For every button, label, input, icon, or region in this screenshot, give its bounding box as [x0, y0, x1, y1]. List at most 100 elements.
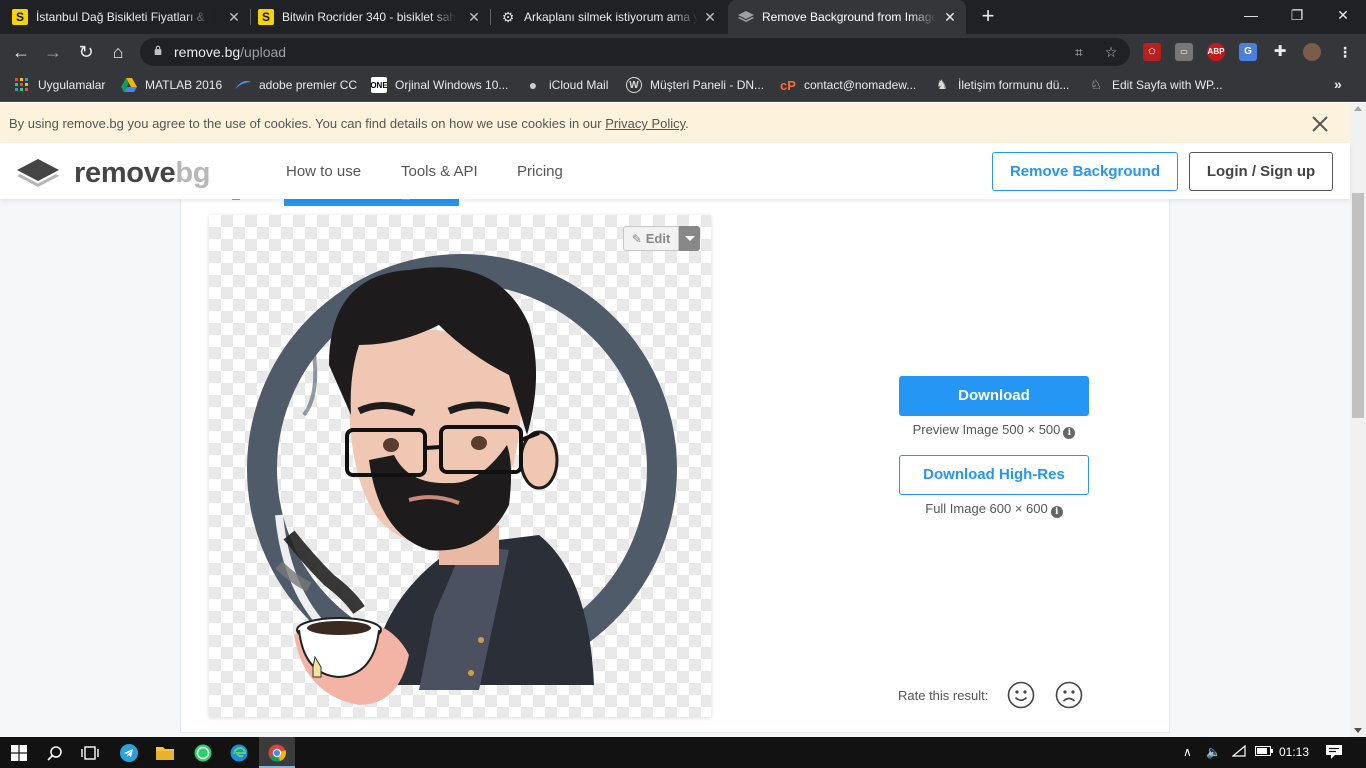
bookmark-matlab[interactable]: MATLAB 2016: [121, 70, 222, 100]
google-translate-extension-icon[interactable]: G: [1239, 43, 1257, 61]
avatar-illustration: [247, 254, 677, 705]
close-tab-icon[interactable]: ✕: [226, 9, 242, 25]
bookmark-musteri[interactable]: W Müşteri Paneli - DN...: [626, 70, 764, 100]
removebg-logo[interactable]: removebg: [16, 157, 211, 189]
minimize-icon[interactable]: —: [1228, 0, 1274, 30]
volume-icon[interactable]: 🔈: [1206, 745, 1221, 759]
bookmark-contact[interactable]: cP contact@nomadew...: [780, 70, 916, 100]
address-bar[interactable]: remove.bg/upload ⌗ ☆: [140, 38, 1130, 66]
bookmark-label: iCloud Mail: [549, 78, 609, 92]
extensions-puzzle-icon[interactable]: ✚: [1271, 43, 1289, 61]
close-tab-icon[interactable]: ✕: [942, 9, 958, 25]
tab-title: İstanbul Dağ Bisikleti Fiyatları & M: [36, 10, 210, 24]
telegram-icon[interactable]: [118, 742, 140, 764]
edit-button[interactable]: ✎ Edit: [623, 226, 679, 251]
horse-icon: ♘: [1090, 77, 1102, 92]
bookmark-edit-sayfa[interactable]: ♘ Edit Sayfa with WP...: [1088, 70, 1222, 100]
search-icon[interactable]: [44, 742, 66, 764]
bookmark-adobe[interactable]: adobe premier CC: [235, 70, 357, 100]
file-explorer-icon[interactable]: [154, 742, 176, 764]
browser-tab-strip: S İstanbul Dağ Bisikleti Fiyatları & M ✕…: [0, 0, 1366, 34]
whatsapp-icon[interactable]: [192, 742, 214, 764]
edit-button-group: ✎ Edit: [623, 226, 700, 251]
download-button[interactable]: Download: [899, 376, 1089, 416]
cookie-text: By using remove.bg you agree to the use …: [9, 116, 689, 131]
s-favicon-icon: S: [258, 9, 274, 25]
rate-result-label: Rate this result:: [898, 688, 989, 703]
happy-face-icon[interactable]: [1007, 681, 1035, 709]
bookmark-apps[interactable]: Uygulamalar: [14, 70, 105, 100]
close-tab-icon[interactable]: ✕: [466, 9, 482, 25]
layers-icon: [738, 9, 754, 25]
lock-icon: [154, 45, 162, 55]
tab-title: Bitwin Rocrider 340 - bisiklet sahib: [282, 10, 456, 24]
tab-title: Arkaplanı silmek istiyorum ama y: [524, 10, 698, 24]
battery-icon[interactable]: [1255, 745, 1273, 759]
download-high-res-button[interactable]: Download High-Res: [899, 455, 1089, 495]
remove-background-button[interactable]: Remove Background: [992, 152, 1178, 191]
apple-icon: ●: [528, 77, 538, 93]
login-signup-button[interactable]: Login / Sign up: [1189, 152, 1333, 191]
page-scrollbar[interactable]: [1350, 103, 1366, 737]
preview-image: [209, 215, 711, 717]
wifi-icon[interactable]: [1231, 744, 1246, 760]
info-icon[interactable]: i: [1050, 506, 1063, 518]
windows-start-icon[interactable]: [8, 742, 30, 764]
browser-tab-removebg[interactable]: Remove Background from Image ✕: [728, 0, 966, 34]
browser-tab-forum[interactable]: ⚙ Arkaplanı silmek istiyorum ama y ✕: [492, 0, 726, 34]
close-icon[interactable]: [1311, 115, 1329, 133]
preview-size-caption: Preview Image 500 × 500 i: [899, 422, 1089, 439]
cast-extension-icon[interactable]: ▭: [1175, 43, 1193, 61]
bookmarks-overflow-button[interactable]: »: [1334, 76, 1342, 92]
cookie-banner: By using remove.bg you agree to the use …: [0, 103, 1350, 143]
task-view-icon[interactable]: [79, 742, 101, 764]
s-favicon-icon: S: [12, 9, 28, 25]
scroll-up-arrow-icon[interactable]: [1354, 106, 1362, 111]
wordpress-icon: W: [626, 77, 642, 93]
translate-icon[interactable]: ⌗: [1070, 43, 1088, 61]
scrollbar-thumb[interactable]: [1352, 193, 1364, 418]
nav-link-pricing[interactable]: Pricing: [517, 163, 563, 180]
privacy-policy-link[interactable]: Privacy Policy: [605, 116, 685, 131]
tray-overflow-icon[interactable]: ∧: [1183, 745, 1192, 759]
apps-grid-icon: [14, 77, 30, 93]
profile-avatar[interactable]: [1303, 43, 1321, 61]
chrome-icon[interactable]: [266, 742, 288, 764]
notifications-icon[interactable]: [1326, 745, 1342, 762]
tab-title: Remove Background from Image: [762, 10, 936, 24]
full-size-caption: Full Image 600 × 600 i: [899, 501, 1089, 518]
caret-down-icon: [684, 236, 695, 241]
bookmarks-bar: Uygulamalar MATLAB 2016 adobe premier CC…: [0, 70, 1366, 102]
bookmark-iletisim[interactable]: ♞ İletişim formunu dü...: [934, 70, 1069, 100]
restore-icon[interactable]: ❐: [1274, 0, 1320, 30]
drive-icon: [121, 77, 137, 93]
browser-tab-bitwin[interactable]: S Bitwin Rocrider 340 - bisiklet sahib ✕: [252, 0, 490, 34]
star-bookmark-icon[interactable]: ☆: [1102, 43, 1120, 61]
sad-face-icon[interactable]: [1055, 681, 1083, 709]
deer-icon: ♞: [936, 77, 948, 92]
nav-link-tools-api[interactable]: Tools & API: [401, 163, 478, 180]
clock-time[interactable]: 01:13: [1279, 745, 1309, 759]
close-tab-icon[interactable]: ✕: [702, 9, 718, 25]
bookmark-label: Uygulamalar: [38, 78, 106, 92]
edge-icon[interactable]: [228, 742, 250, 764]
window-close-icon[interactable]: ✕: [1320, 0, 1366, 30]
new-tab-button[interactable]: +: [976, 5, 1000, 29]
acrobat-extension-icon[interactable]: ⬠: [1143, 43, 1161, 61]
bookmark-icloud[interactable]: ● iCloud Mail: [525, 70, 609, 100]
scroll-down-arrow-icon[interactable]: [1354, 728, 1362, 733]
edit-dropdown-toggle[interactable]: [679, 226, 700, 251]
back-arrow-icon[interactable]: ←: [9, 40, 33, 64]
info-icon[interactable]: i: [1063, 427, 1076, 439]
browser-tab-bike-prices[interactable]: S İstanbul Dağ Bisikleti Fiyatları & M ✕: [12, 0, 250, 34]
home-icon[interactable]: ⌂: [106, 40, 130, 64]
adblock-extension-icon[interactable]: ABP: [1207, 43, 1225, 61]
windows-taskbar: ∧ 🔈 01:13: [0, 737, 1366, 768]
nav-link-how-to-use[interactable]: How to use: [286, 163, 361, 180]
forward-arrow-icon[interactable]: →: [41, 40, 65, 64]
reload-icon[interactable]: ↻: [74, 40, 98, 64]
active-tab-indicator: [284, 199, 459, 206]
bookmark-windows[interactable]: ONE Orjinal Windows 10...: [370, 70, 508, 100]
browser-menu-icon[interactable]: ⋮: [1336, 43, 1354, 61]
cpanel-icon: cP: [780, 77, 796, 93]
